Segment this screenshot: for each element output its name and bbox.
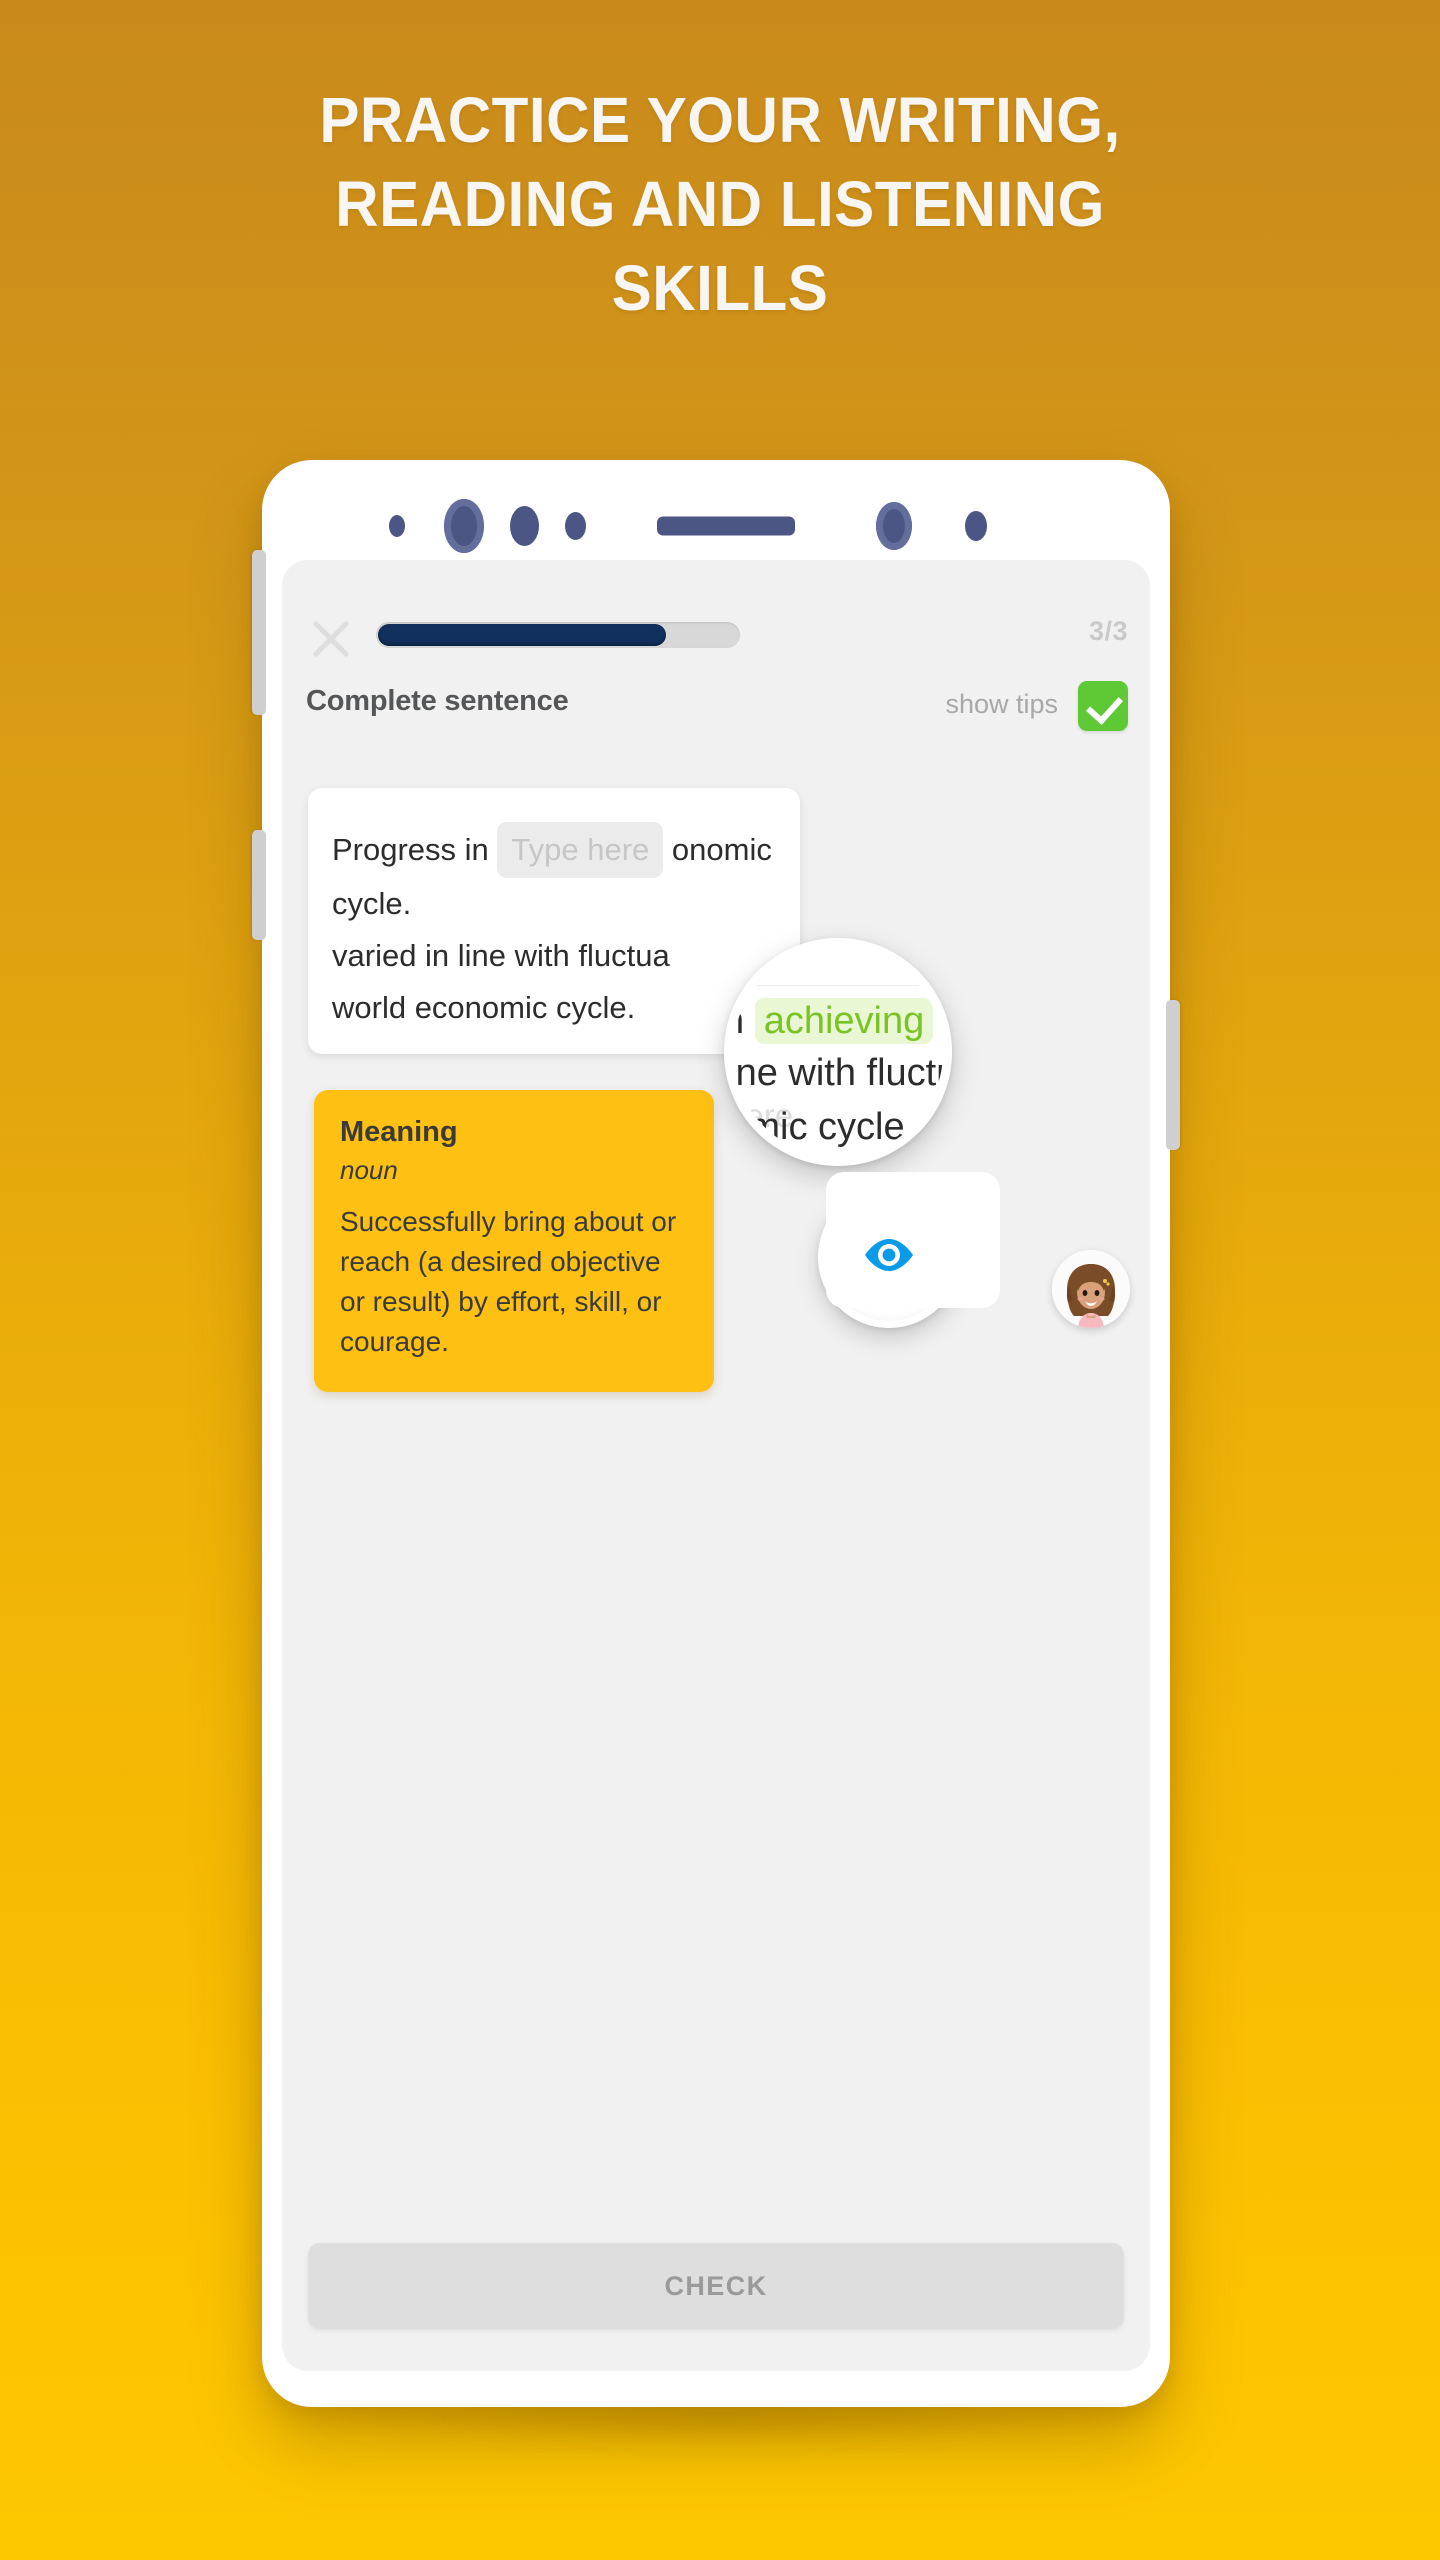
exercise-header: 3/3 [282, 608, 1150, 672]
sentence-card[interactable]: Progress in Type here onomic cycle. vari… [308, 788, 800, 1054]
phone-sensor-row [262, 499, 1170, 553]
progress-label: 3/3 [1088, 616, 1128, 646]
avatar-illustration [1052, 1250, 1130, 1328]
progress-bar [376, 622, 740, 648]
close-icon[interactable] [306, 614, 356, 664]
magnifier-text-lens: s in achieving he n line with fluctuati … [724, 938, 952, 1166]
headline-line-1: PRACTICE YOUR WRITING, [319, 84, 1121, 156]
answer-input[interactable]: Type here [497, 822, 664, 878]
earpiece-speaker-icon [657, 516, 795, 536]
secondary-camera-icon [876, 502, 912, 550]
phone-mockup: 3/3 Complete sentence show tips Progress… [252, 460, 1180, 2407]
volume-up-button[interactable] [252, 550, 266, 715]
eye-glyph [865, 1238, 913, 1271]
headline-line-3: SKILLS [611, 252, 829, 324]
proximity-sensor-icon [510, 506, 539, 546]
magnified-line1-before: s in [733, 1000, 745, 1042]
front-camera-icon [444, 499, 484, 553]
progress-bar-fill [378, 624, 666, 646]
sentence-before: Progress in [332, 832, 489, 867]
meaning-definition: Successfully bring about or reach (a des… [340, 1206, 677, 1357]
meaning-part-of-speech: noun [340, 1155, 398, 1185]
task-title: Complete sentence [306, 685, 569, 717]
light-sensor-icon [565, 512, 586, 540]
magnified-line-1: s in achieving he [733, 998, 943, 1044]
camera-dot-icon [389, 515, 405, 537]
magnified-line-2: n line with fluctuati [733, 1052, 943, 1094]
show-tips-label: show tips [945, 689, 1058, 719]
magnified-line-3: onomic cycle. [733, 1106, 916, 1148]
app-screen: 3/3 Complete sentence show tips Progress… [282, 560, 1150, 2371]
magnifier-eye-lens [818, 1172, 1000, 1328]
meaning-title: Meaning [340, 1116, 458, 1148]
eye-icon[interactable] [863, 1238, 915, 1277]
sentence-line-2: varied in line with fluctua [332, 938, 670, 973]
meaning-card: Meaning noun Successfully bring about or… [314, 1090, 714, 1392]
sentence-line-3: world economic cycle. [332, 990, 636, 1025]
magnifier-card-edge [733, 985, 943, 986]
power-button[interactable] [1166, 1000, 1180, 1150]
sentence-text: Progress in Type here onomic cycle. vari… [332, 822, 784, 1034]
magnifier-text-content: s in achieving he n line with fluctuati … [733, 947, 943, 1157]
task-header-row: Complete sentence show tips [282, 681, 1150, 733]
page-title: PRACTICE YOUR WRITING, READING AND LISTE… [0, 78, 1440, 330]
check-button[interactable]: CHECK [308, 2243, 1124, 2329]
highlighted-word[interactable]: achieving [754, 998, 934, 1044]
show-tips-checkbox[interactable] [1078, 681, 1128, 731]
avatar[interactable] [1052, 1250, 1130, 1328]
headline-line-2: READING AND LISTENING [335, 168, 1105, 240]
volume-down-button[interactable] [252, 830, 266, 940]
sensor-dot-icon [965, 511, 987, 541]
